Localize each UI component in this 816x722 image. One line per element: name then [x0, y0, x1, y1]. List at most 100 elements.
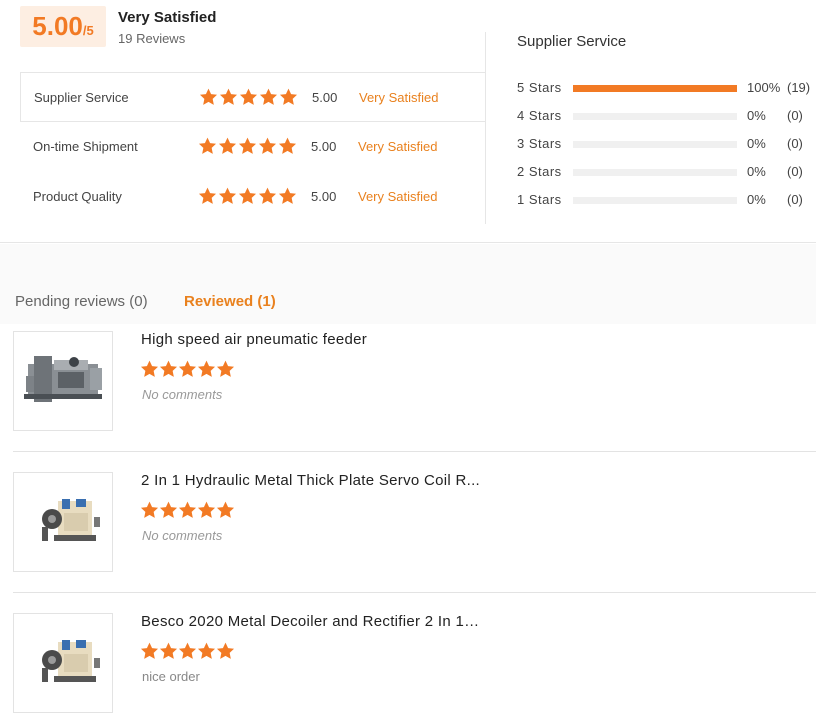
distribution-count: (19): [787, 80, 811, 95]
star-icon: [197, 642, 216, 660]
star-icon: [218, 137, 238, 156]
distribution-bar-fill: [573, 85, 737, 92]
star-icon: [219, 88, 239, 107]
pneumatic-feeder-image: [24, 356, 102, 402]
distribution-row-3: 3 Stars 0% (0): [517, 134, 816, 154]
star-icon: [159, 642, 178, 660]
rating-label: Product Quality: [33, 189, 122, 204]
star-icon: [197, 501, 216, 519]
star-icon: [178, 360, 197, 378]
star-icon: [278, 187, 298, 206]
distribution-row-5: 5 Stars 100% (19): [517, 78, 816, 98]
distribution-percent: 0%: [747, 192, 766, 207]
star-icon: [238, 137, 258, 156]
distribution-count: (0): [787, 164, 803, 179]
overall-score: 5.00: [32, 11, 83, 41]
divider: [13, 592, 816, 593]
rating-label: Supplier Service: [34, 90, 129, 105]
distribution-bar: [573, 197, 737, 204]
distribution-row-4: 4 Stars 0% (0): [517, 106, 816, 126]
distribution-percent: 0%: [747, 108, 766, 123]
star-rating: [140, 501, 235, 519]
distribution-count: (0): [787, 108, 803, 123]
satisfaction-label: Very Satisfied: [358, 139, 438, 154]
divider: [485, 32, 486, 72]
review-comment: No comments: [142, 528, 223, 543]
star-icon: [238, 187, 258, 206]
star-icon: [216, 360, 235, 378]
star-icon: [178, 642, 197, 660]
distribution-label: 1 Stars: [517, 192, 562, 207]
distribution-count: (0): [787, 192, 803, 207]
decoiler-straightener-image: [42, 499, 100, 541]
product-thumbnail[interactable]: [13, 331, 113, 431]
review-tabs: Pending reviews (0) Reviewed (1): [0, 244, 816, 324]
overall-satisfaction: Very Satisfied: [118, 9, 217, 26]
satisfaction-label: Very Satisfied: [359, 90, 439, 105]
star-icon: [239, 88, 259, 107]
rating-row-on-time-shipment: On-time Shipment 5.00 Very Satisfied: [20, 122, 486, 172]
star-icon: [198, 137, 218, 156]
rating-value: 5.00: [312, 90, 338, 105]
review-item: Besco 2020 Metal Decoiler and Rectifier …: [0, 606, 816, 722]
star-icon: [278, 137, 298, 156]
distribution-bar: [573, 169, 737, 176]
review-item: High speed air pneumatic feeder No comme…: [0, 324, 816, 465]
star-icon: [258, 137, 278, 156]
distribution-row-1: 1 Stars 0% (0): [517, 190, 816, 210]
review-comment: No comments: [142, 387, 223, 402]
rating-value: 5.00: [311, 139, 337, 154]
distribution-title: Supplier Service: [517, 33, 627, 50]
distribution-percent: 100%: [747, 80, 781, 95]
star-icon: [258, 187, 278, 206]
distribution-label: 4 Stars: [517, 108, 562, 123]
star-icon: [140, 642, 159, 660]
distribution-bar: [573, 141, 737, 148]
tab-reviewed[interactable]: Reviewed (1): [184, 293, 276, 310]
star-icon: [216, 501, 235, 519]
star-icon: [140, 501, 159, 519]
star-rating: [198, 187, 298, 206]
star-icon: [199, 88, 219, 107]
star-rating: [199, 88, 299, 107]
product-thumbnail[interactable]: [13, 613, 113, 713]
overall-score-badge: 5.00/5: [20, 6, 106, 47]
rating-breakdown-table: Supplier Service 5.00 Very Satisfied On-…: [20, 32, 486, 224]
product-title[interactable]: 2 In 1 Hydraulic Metal Thick Plate Servo…: [141, 472, 481, 489]
distribution-row-2: 2 Stars 0% (0): [517, 162, 816, 182]
distribution-label: 3 Stars: [517, 136, 562, 151]
distribution-bar: [573, 113, 737, 120]
rating-value: 5.00: [311, 189, 337, 204]
rating-label: On-time Shipment: [33, 139, 138, 154]
tab-pending-reviews[interactable]: Pending reviews (0): [15, 293, 148, 310]
star-icon: [159, 501, 178, 519]
distribution-percent: 0%: [747, 136, 766, 151]
rating-row-product-quality: Product Quality 5.00 Very Satisfied: [20, 172, 486, 222]
distribution-label: 2 Stars: [517, 164, 562, 179]
star-icon: [197, 360, 216, 378]
review-item: 2 In 1 Hydraulic Metal Thick Plate Servo…: [0, 465, 816, 606]
star-rating: [198, 137, 298, 156]
star-rating: [140, 360, 235, 378]
star-icon: [159, 360, 178, 378]
product-title[interactable]: Besco 2020 Metal Decoiler and Rectifier …: [141, 613, 481, 630]
distribution-label: 5 Stars: [517, 80, 562, 95]
star-icon: [178, 501, 197, 519]
star-icon: [198, 187, 218, 206]
product-title[interactable]: High speed air pneumatic feeder: [141, 331, 481, 348]
review-count: 19 Reviews: [118, 31, 186, 46]
satisfaction-label: Very Satisfied: [358, 189, 438, 204]
rating-summary: 5.00/5 Very Satisfied 19 Reviews Supplie…: [0, 0, 816, 243]
distribution-bar: [573, 85, 737, 92]
distribution-count: (0): [787, 136, 803, 151]
star-icon: [140, 360, 159, 378]
star-icon: [279, 88, 299, 107]
product-thumbnail[interactable]: [13, 472, 113, 572]
divider: [13, 451, 816, 452]
star-icon: [218, 187, 238, 206]
score-denominator: /5: [82, 23, 94, 38]
decoiler-straightener-image: [42, 640, 100, 682]
distribution-percent: 0%: [747, 164, 766, 179]
star-rating: [140, 642, 235, 660]
star-icon: [259, 88, 279, 107]
